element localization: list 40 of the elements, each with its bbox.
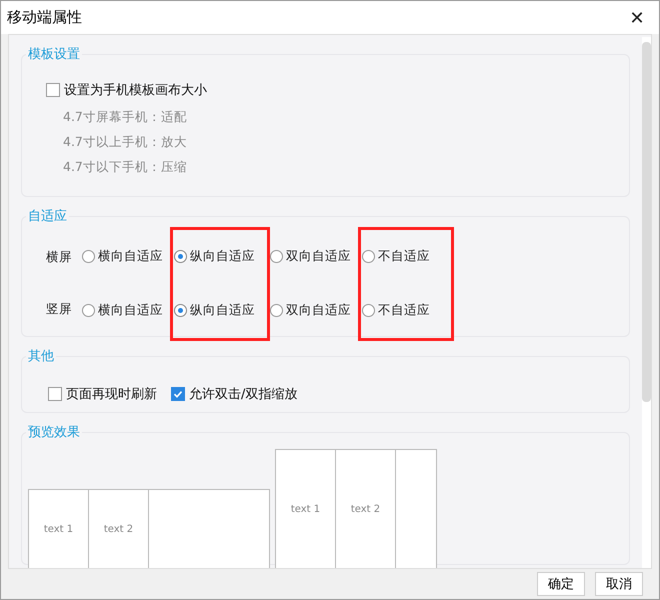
row-label: 横屏: [46, 248, 73, 266]
radio-button[interactable]: [174, 250, 187, 263]
radio-button[interactable]: [82, 250, 95, 263]
radio-label: 纵向自适应: [190, 248, 255, 265]
checkbox-label: 允许双击/双指缩放: [189, 386, 298, 403]
radio-button[interactable]: [270, 304, 283, 317]
radio-label: 双向自适应: [286, 302, 351, 319]
preview-text: text 1: [290, 504, 320, 515]
hint-text: 4.7寸屏幕手机：适配: [63, 109, 188, 126]
checkbox[interactable]: [171, 387, 185, 401]
radio-label: 横向自适应: [98, 302, 163, 319]
radio-label: 横向自适应: [98, 248, 163, 265]
scrollbar[interactable]: [642, 37, 651, 568]
row-label: 竖屏: [46, 300, 73, 318]
dialog-button[interactable]: 确定: [537, 572, 585, 596]
preview-text: text 2: [350, 504, 380, 515]
radio-label: 双向自适应: [286, 248, 351, 265]
window-title: 移动端属性: [7, 8, 82, 27]
dialog-button[interactable]: 取消: [595, 572, 643, 596]
preview-text: text 1: [44, 524, 74, 535]
section-title: 其他: [27, 348, 55, 365]
checkbox[interactable]: [48, 387, 62, 401]
hint-text: 4.7寸以下手机：压缩: [63, 159, 188, 176]
preview-text: text 2: [104, 524, 134, 535]
hint-text: 4.7寸以上手机：放大: [63, 134, 188, 151]
close-button[interactable]: ✕: [621, 4, 653, 32]
radio-button[interactable]: [82, 304, 95, 317]
radio-label: 不自适应: [378, 248, 430, 265]
checkbox-label: 设置为手机模板画布大小: [64, 82, 207, 99]
section-title: 自适应: [27, 208, 68, 225]
radio-button[interactable]: [362, 250, 375, 263]
radio-label: 不自适应: [378, 302, 430, 319]
checkbox[interactable]: [46, 83, 60, 97]
radio-label: 纵向自适应: [190, 302, 255, 319]
radio-button[interactable]: [362, 304, 375, 317]
radio-button[interactable]: [270, 250, 283, 263]
section-title: 预览效果: [27, 424, 81, 441]
section-title: 模板设置: [27, 46, 81, 63]
radio-button[interactable]: [174, 304, 187, 317]
checkbox-label: 页面再现时刷新: [66, 386, 157, 403]
